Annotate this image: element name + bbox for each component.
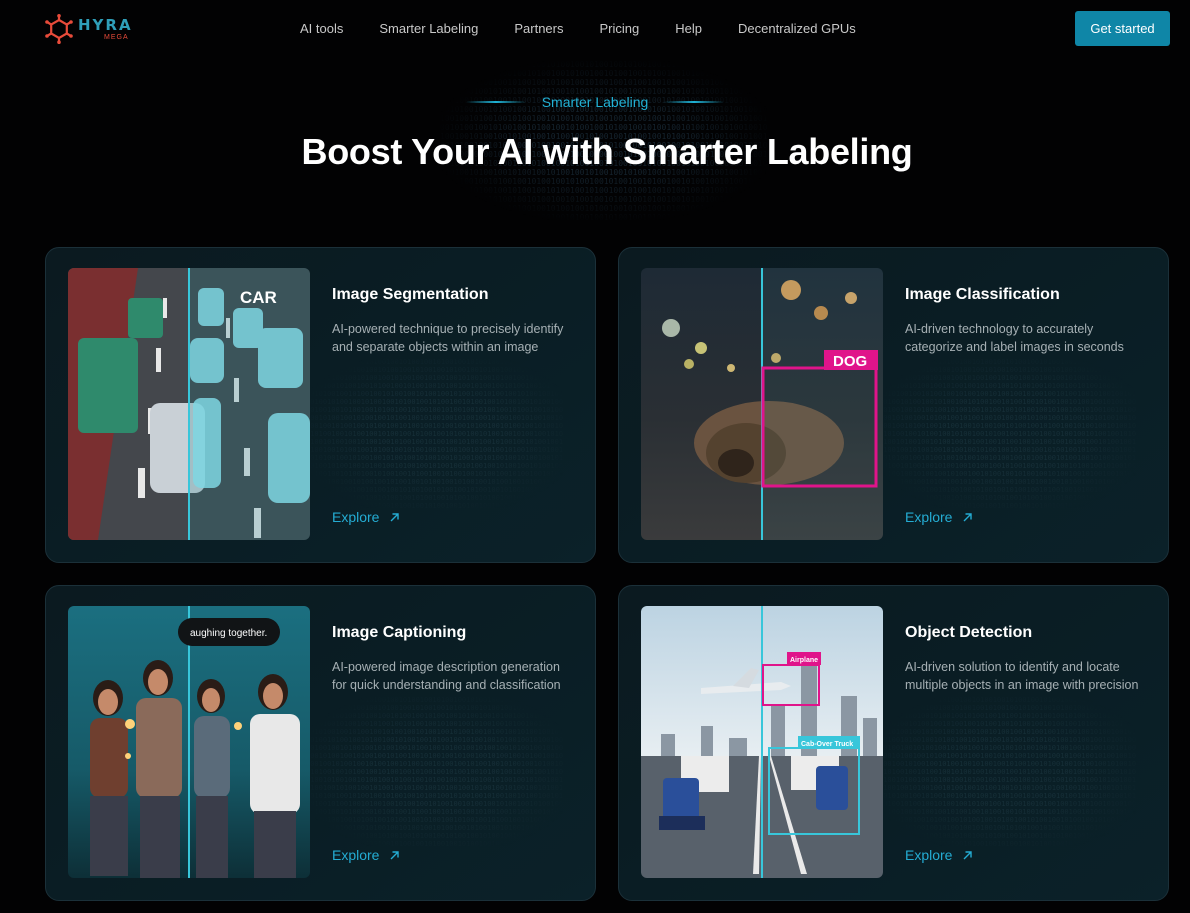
card-binary-background: 1001001010010010100100101001001010010010… xyxy=(879,358,1137,508)
explore-link-classification[interactable]: Explore xyxy=(905,509,973,525)
classification-label: DOG xyxy=(833,353,867,370)
eyebrow-text: Smarter Labeling xyxy=(541,94,649,110)
card-title: Image Segmentation xyxy=(332,286,489,303)
arrow-up-right-icon xyxy=(390,512,400,521)
captioning-image: aughing together. xyxy=(68,606,310,878)
card-binary-background: 1001001010010010100100101001001010010010… xyxy=(306,358,564,508)
truck-label: Cab-Over Truck xyxy=(801,741,853,748)
card-title: Image Classification xyxy=(905,286,1060,303)
get-started-button[interactable]: Get started xyxy=(1075,11,1170,46)
hero-title: Boost Your AI with Smarter Labeling xyxy=(301,131,913,172)
card-description: AI-driven solution to identify and locat… xyxy=(905,660,1139,692)
explore-link-segmentation[interactable]: Explore xyxy=(332,509,400,525)
hyra-logo-icon xyxy=(45,14,73,44)
card-image-classification: 1001001010010010100100101001001010010010… xyxy=(618,247,1169,563)
airplane-label: Airplane xyxy=(790,657,818,664)
card-image-segmentation: 1001001010010010100100101001001010010010… xyxy=(45,247,596,563)
object-detection-image: Airplane Cab-Over Truck xyxy=(641,606,883,878)
site-header: HYRA MEGA AI tools Smarter Labeling Part… xyxy=(0,0,1190,60)
nav-pricing[interactable]: Pricing xyxy=(600,21,640,36)
arrow-up-right-icon xyxy=(963,512,973,521)
nav-decentralized-gpus[interactable]: Decentralized GPUs xyxy=(738,21,856,36)
nav-smarter-labeling[interactable]: Smarter Labeling xyxy=(379,21,478,36)
explore-label: Explore xyxy=(332,509,380,525)
eyebrow-line-left xyxy=(465,101,526,103)
arrow-up-right-icon xyxy=(963,850,973,859)
classification-image: DOG xyxy=(641,268,883,540)
card-binary-background: 1001001010010010100100101001001010010010… xyxy=(306,696,564,846)
segmentation-image: CAR xyxy=(68,268,310,540)
explore-link-object-detection[interactable]: Explore xyxy=(905,847,973,863)
explore-label: Explore xyxy=(905,509,953,525)
main-nav: AI tools Smarter Labeling Partners Prici… xyxy=(300,21,892,36)
nav-help[interactable]: Help xyxy=(675,21,702,36)
logo[interactable]: HYRA MEGA xyxy=(44,14,133,44)
arrow-up-right-icon xyxy=(390,850,400,859)
brand-sub: MEGA xyxy=(104,33,129,41)
explore-label: Explore xyxy=(905,847,953,863)
nav-partners[interactable]: Partners xyxy=(514,21,563,36)
card-description: AI-powered image description generation … xyxy=(332,660,561,692)
card-object-detection: 1001001010010010100100101001001010010010… xyxy=(618,585,1169,901)
card-image-captioning: 1001001010010010100100101001001010010010… xyxy=(45,585,596,901)
card-description: AI-driven technology to accurately categ… xyxy=(905,322,1124,354)
caption-bubble-text: aughing together. xyxy=(190,628,267,639)
hero-eyebrow: Smarter Labeling xyxy=(0,94,1190,110)
explore-label: Explore xyxy=(332,847,380,863)
brand-name: HYRA xyxy=(78,15,133,34)
card-binary-background: 1001001010010010100100101001001010010010… xyxy=(879,696,1137,846)
explore-link-captioning[interactable]: Explore xyxy=(332,847,400,863)
card-title: Object Detection xyxy=(905,624,1033,641)
card-title: Image Captioning xyxy=(332,624,467,641)
eyebrow-line-right xyxy=(664,101,725,103)
segmentation-label: CAR xyxy=(240,288,277,307)
card-description: AI-powered technique to precisely identi… xyxy=(332,322,564,354)
nav-ai-tools[interactable]: AI tools xyxy=(300,21,343,36)
